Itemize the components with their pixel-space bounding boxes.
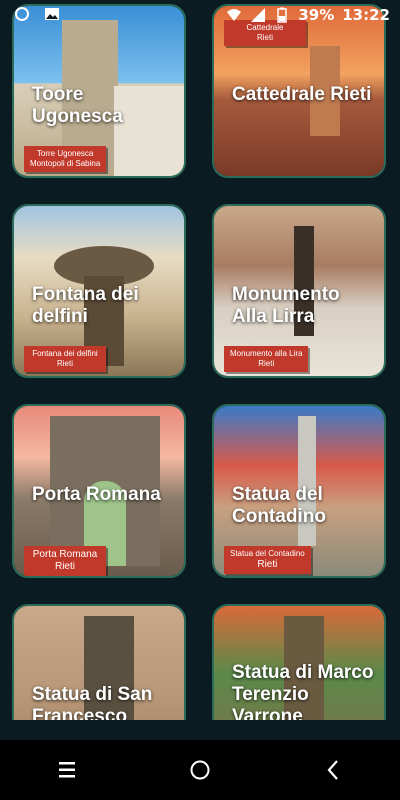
home-button[interactable]	[180, 750, 220, 790]
attractions-grid: Toore Ugonesca Torre Ugonesca Montopoli d…	[0, 0, 400, 720]
sync-icon	[15, 7, 29, 21]
image-icon	[45, 8, 59, 20]
status-bar: 39% 13:22	[0, 0, 400, 32]
recent-apps-button[interactable]	[47, 750, 87, 790]
home-circle-icon	[190, 760, 210, 780]
back-button[interactable]	[313, 750, 353, 790]
menu-icon	[58, 762, 75, 778]
card-statua-di-san-francesco[interactable]: Statua di San Francesco	[12, 604, 186, 720]
card-tag: Torre Ugonesca Montopoli di Sabina	[24, 146, 107, 172]
card-title: Fontana dei delfini	[32, 284, 139, 327]
card-tag: Monumento alla Lira Rieti	[224, 346, 309, 372]
card-statua-di-marco-terenzio-varrone[interactable]: Statua di Marco Terenzio Varrone	[212, 604, 386, 720]
card-tag: Statua del Contadino Rieti	[224, 546, 311, 574]
card-title: Statua di Marco Terenzio Varrone	[232, 662, 374, 720]
card-statua-del-contadino[interactable]: Statua del Contadino Statua del Contadin…	[212, 404, 386, 578]
card-tag: Porta Romana Rieti	[24, 546, 106, 576]
card-title: Monumento Alla Lirra	[232, 284, 340, 327]
clock: 13:22	[342, 6, 390, 24]
card-porta-romana[interactable]: Porta Romana Porta Romana Rieti	[12, 404, 186, 578]
wifi-icon	[227, 9, 242, 21]
battery-icon	[277, 7, 288, 23]
card-title: Cattedrale Rieti	[232, 84, 372, 105]
card-title: Toore Ugonesca	[32, 84, 123, 127]
card-title: Statua del Contadino	[232, 484, 326, 527]
card-monumento-alla-lira[interactable]: Monumento Alla Lirra Monumento alla Lira…	[212, 204, 386, 378]
signal-icon	[251, 8, 266, 22]
card-tag: Fontana dei delfini Rieti	[24, 346, 106, 372]
navigation-bar	[0, 740, 400, 800]
card-title: Porta Romana	[32, 484, 161, 505]
card-fontana-dei-delfini[interactable]: Fontana dei delfini Fontana dei delfini R…	[12, 204, 186, 378]
battery-percent: 39%	[298, 6, 335, 24]
chevron-left-icon	[327, 760, 339, 780]
card-title: Statua di San Francesco	[32, 684, 153, 720]
